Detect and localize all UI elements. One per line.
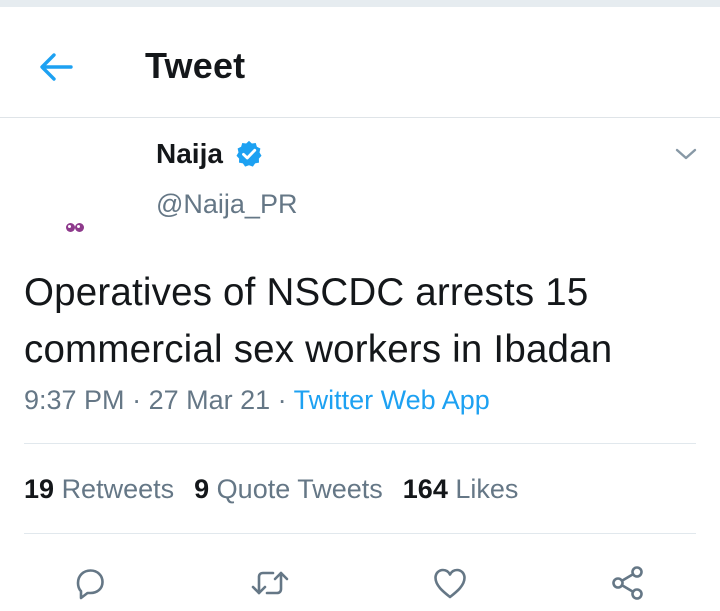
- divider: [24, 533, 696, 534]
- author-name[interactable]: Naija: [156, 138, 223, 170]
- divider: [24, 443, 696, 444]
- tweet-menu-button[interactable]: [670, 140, 702, 168]
- tweet-text: Operatives of NSCDC arrests 15 commercia…: [24, 271, 613, 371]
- tweet-time: 9:37 PM: [24, 385, 125, 415]
- likes-label: Likes: [455, 474, 519, 504]
- quote-tweets-label: Quote Tweets: [216, 474, 383, 504]
- arrow-left-icon: [40, 53, 73, 81]
- page-title: Tweet: [145, 45, 246, 86]
- retweet-icon: [251, 571, 289, 595]
- likes-count: 164: [402, 474, 448, 504]
- tweet-detail-screen: Tweet Naija @Naija_PR Operatives of NSCD…: [0, 0, 720, 611]
- verified-badge-icon: [236, 140, 262, 167]
- quote-tweets-count: 9: [194, 474, 210, 504]
- retweets-stat[interactable]: 19 Retweets: [24, 474, 174, 504]
- likes-stat[interactable]: 164 Likes: [403, 474, 519, 504]
- tweet-source-link[interactable]: Twitter Web App: [294, 385, 490, 415]
- like-button[interactable]: [428, 561, 472, 605]
- reply-button[interactable]: [68, 561, 112, 605]
- status-bar-strip: [0, 0, 720, 7]
- avatar[interactable]: [24, 137, 130, 243]
- chevron-down-icon: [675, 148, 697, 160]
- reply-icon: [76, 569, 104, 600]
- top-bar: Tweet: [0, 7, 720, 118]
- avatar-eye-right: [75, 223, 84, 232]
- retweet-button[interactable]: [248, 561, 292, 605]
- tweet-date: 27 Mar 21: [148, 385, 271, 415]
- share-button[interactable]: [606, 561, 650, 605]
- share-icon: [612, 566, 643, 600]
- meta-separator: ·: [124, 385, 149, 415]
- tweet-stats: 19 Retweets 9 Quote Tweets 164 Likes: [24, 474, 518, 505]
- avatar-eye-left: [66, 223, 75, 232]
- retweets-count: 19: [24, 474, 55, 504]
- heart-icon: [434, 568, 466, 599]
- back-button[interactable]: [30, 43, 82, 91]
- quote-tweets-stat[interactable]: 9 Quote Tweets: [194, 474, 383, 504]
- author-handle[interactable]: @Naija_PR: [156, 189, 297, 220]
- retweets-label: Retweets: [61, 474, 175, 504]
- meta-separator: ·: [270, 385, 294, 415]
- tweet-meta: 9:37 PM · 27 Mar 21 · Twitter Web App: [24, 385, 490, 416]
